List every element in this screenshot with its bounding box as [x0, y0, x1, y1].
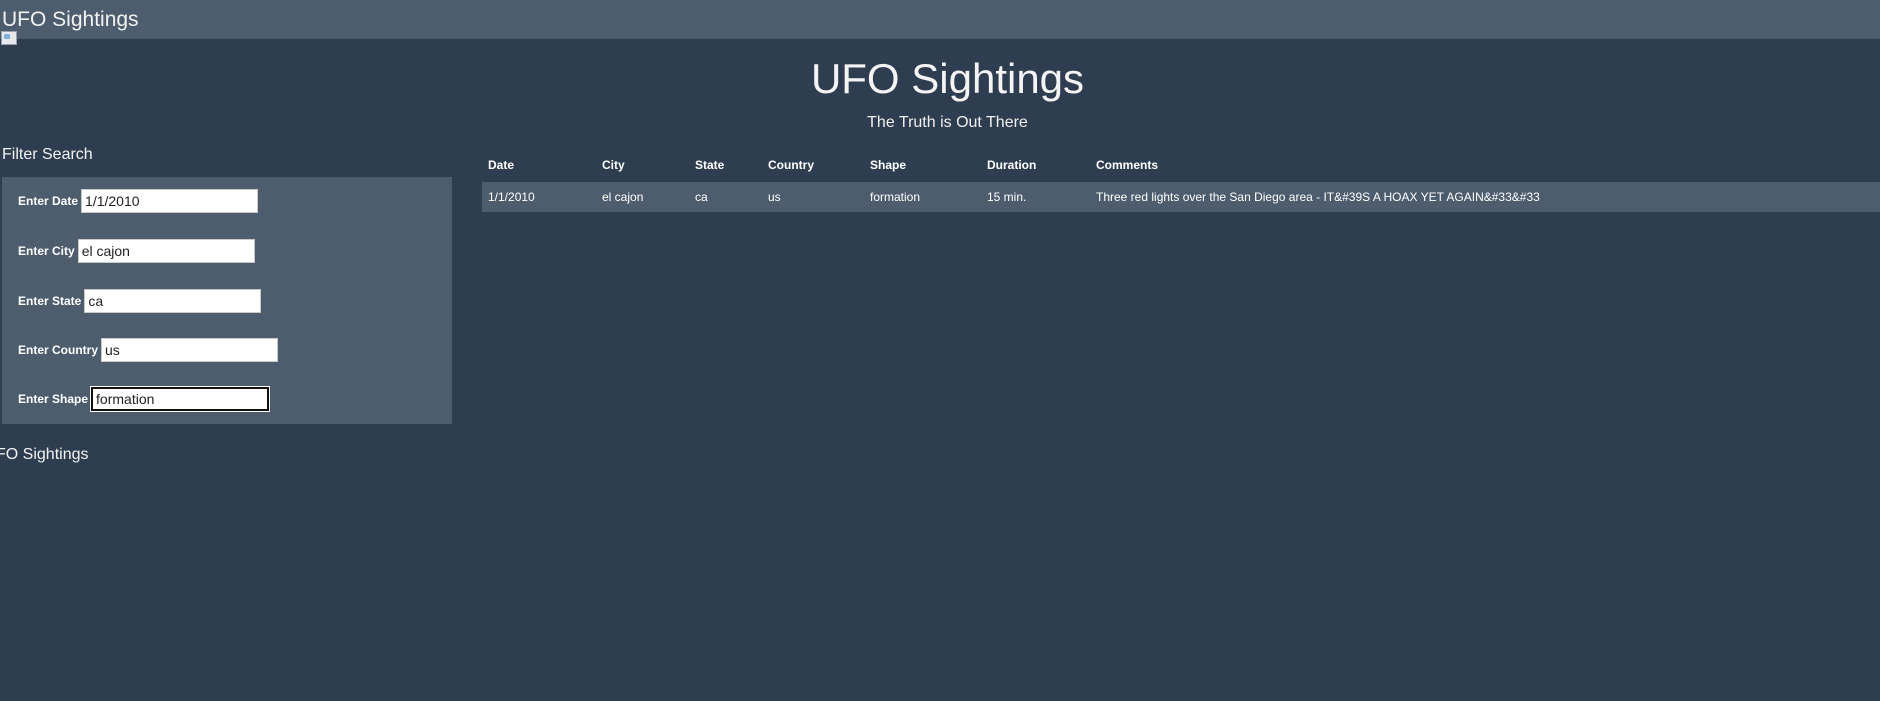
filter-row-shape: Enter Shape: [18, 384, 270, 414]
column-header-shape: Shape: [870, 158, 907, 172]
table-row: 1/1/2010 el cajon ca us formation 15 min…: [482, 182, 1880, 212]
page-title: UFO Sightings: [810, 55, 1085, 102]
shape-input[interactable]: [91, 387, 270, 411]
city-input[interactable]: [77, 239, 255, 263]
footer-text: FO Sightings: [0, 446, 89, 463]
column-header-date: Date: [488, 158, 515, 172]
cell-city: el cajon: [596, 182, 689, 212]
country-label: Enter Country: [18, 343, 99, 357]
sightings-table-container: Date City State Country Shape Duration C…: [482, 148, 1880, 212]
filter-search-title: Filter Search: [2, 146, 93, 163]
state-label: Enter State: [18, 294, 82, 308]
column-header-country: Country: [768, 158, 814, 172]
filter-row-city: Enter City: [18, 236, 255, 266]
sightings-table: Date City State Country Shape Duration C…: [482, 148, 1880, 212]
date-input[interactable]: [81, 189, 259, 213]
column-header-duration: Duration: [987, 158, 1037, 172]
navbar: UFO Sightings: [0, 0, 1880, 39]
filter-row-country: Enter Country: [18, 335, 279, 365]
cell-date: 1/1/2010: [482, 182, 596, 212]
navbar-brand-link[interactable]: UFO Sightings: [2, 8, 139, 32]
column-header-comments: Comments: [1096, 158, 1159, 172]
column-header-state: State: [695, 158, 725, 172]
filter-panel: Enter Date Enter City Enter State Enter …: [2, 177, 452, 424]
country-input[interactable]: [101, 338, 279, 362]
cell-shape: formation: [864, 182, 981, 212]
filter-row-state: Enter State: [18, 286, 262, 316]
cell-country: us: [762, 182, 864, 212]
city-label: Enter City: [18, 244, 75, 258]
filter-row-date: Enter Date: [18, 186, 259, 216]
cell-state: ca: [689, 182, 762, 212]
page-subtitle: The Truth is Out There: [867, 114, 1028, 131]
state-input[interactable]: [84, 289, 262, 313]
column-header-city: City: [602, 158, 625, 172]
table-header-row: Date City State Country Shape Duration C…: [482, 148, 1880, 182]
broken-image-icon: [1, 31, 17, 45]
date-label: Enter Date: [18, 194, 79, 208]
shape-label: Enter Shape: [18, 392, 89, 406]
cell-duration: 15 min.: [981, 182, 1090, 212]
cell-comments: Three red lights over the San Diego area…: [1090, 182, 1880, 212]
